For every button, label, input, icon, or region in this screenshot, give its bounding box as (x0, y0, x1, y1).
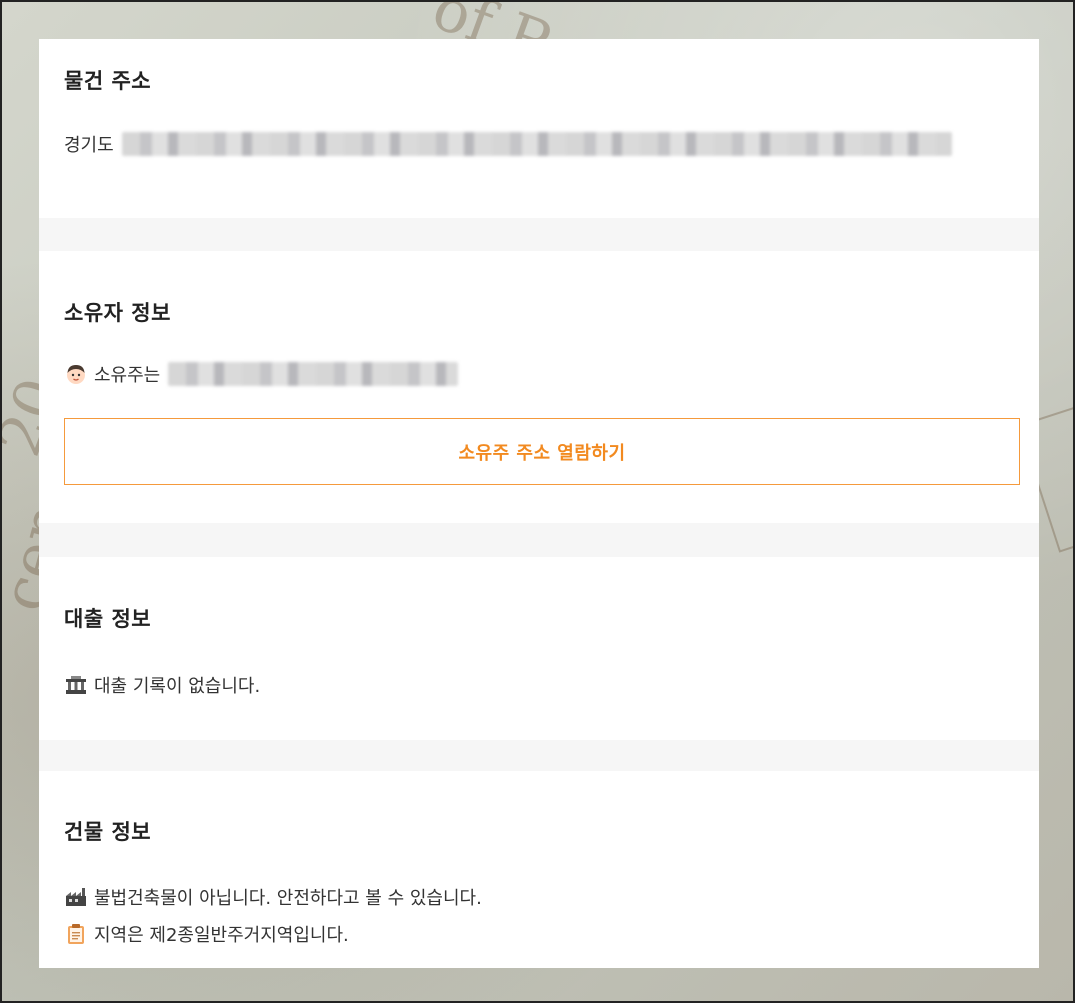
owner-row: 소유주는 (64, 361, 459, 387)
factory-icon (64, 885, 88, 909)
section-title: 물건 주소 (64, 69, 152, 93)
legal-status-text: 불법건축물이 아닙니다. 안전하다고 볼 수 있습니다. (94, 888, 482, 909)
redacted-owner-name (168, 362, 459, 386)
person-face-icon (64, 362, 88, 386)
redacted-address (121, 132, 952, 156)
property-report-card: 물건 주소 경기도 소유자 정보 소유주는 소유주 주소 열람하기 대출 정보 … (39, 39, 1039, 968)
legal-status-row: 불법건축물이 아닙니다. 안전하다고 볼 수 있습니다. (64, 884, 482, 910)
background-photo: of R 20 cen 물건 주소 경기도 소유자 정보 (0, 0, 1075, 1003)
section-divider (39, 523, 1039, 557)
loan-status-row: 대출 기록이 없습니다. (64, 672, 260, 698)
building-info-section: 건물 정보 불법건축물이 아닙니다. 안전하다고 볼 수 있습니다. 지역은 제… (39, 771, 1039, 968)
address-prefix: 경기도 (64, 135, 114, 156)
section-title: 건물 정보 (64, 820, 152, 844)
section-title: 소유자 정보 (64, 301, 171, 325)
bank-icon (64, 673, 88, 697)
loan-status-text: 대출 기록이 없습니다. (94, 676, 261, 697)
section-divider (39, 740, 1039, 771)
zoning-row: 지역은 제2종일반주거지역입니다. (64, 921, 349, 947)
property-address-section: 물건 주소 경기도 (39, 39, 1039, 218)
clipboard-icon (64, 922, 88, 946)
loan-info-section: 대출 정보 대출 기록이 없습니다. (39, 557, 1039, 740)
address-row: 경기도 (64, 131, 952, 157)
section-title: 대출 정보 (64, 607, 152, 631)
owner-info-section: 소유자 정보 소유주는 소유주 주소 열람하기 (39, 251, 1039, 523)
zoning-text: 지역은 제2종일반주거지역입니다. (94, 925, 349, 946)
owner-label: 소유주는 (94, 365, 161, 386)
view-owner-address-button[interactable]: 소유주 주소 열람하기 (64, 418, 1020, 485)
section-divider (39, 218, 1039, 251)
